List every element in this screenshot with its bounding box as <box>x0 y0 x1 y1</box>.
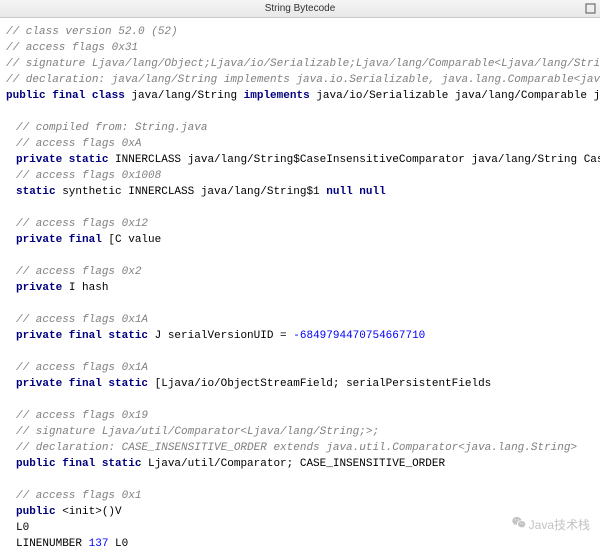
code-token: static <box>16 186 56 198</box>
code-token: private final <box>16 234 102 246</box>
code-line: // access flags 0x2 <box>16 264 596 280</box>
watermark-text: Java技术栈 <box>529 516 590 533</box>
code-token: java/io/Serializable java/lang/Comparabl… <box>310 90 600 102</box>
code-token: L0 <box>108 538 128 550</box>
code-token: synthetic INNERCLASS java/lang/String$1 <box>56 186 327 198</box>
code-token: [C value <box>102 234 161 246</box>
code-token: null null <box>326 186 385 198</box>
watermark: Java技术栈 <box>511 515 590 534</box>
code-token: public <box>16 506 56 518</box>
code-line: // access flags 0x1A <box>16 312 596 328</box>
code-token: implements <box>244 90 310 102</box>
code-token: private static <box>16 154 108 166</box>
field-serialversionuid: private final static J serialVersionUID … <box>16 328 596 344</box>
blank-line <box>6 104 596 120</box>
code-line: // access flags 0x19 <box>16 408 596 424</box>
code-line: // access flags 0x1 <box>16 488 596 504</box>
class-declaration: public final class java/lang/String impl… <box>6 88 596 104</box>
field-value: private final [C value <box>16 232 596 248</box>
code-token: java/lang/String <box>125 90 244 102</box>
code-line: // access flags 0x1008 <box>16 168 596 184</box>
code-token: private <box>16 282 62 294</box>
blank-line <box>6 296 596 312</box>
blank-line <box>6 344 596 360</box>
code-line: // access flags 0x31 <box>6 40 596 56</box>
code-line: private static INNERCLASS java/lang/Stri… <box>16 152 596 168</box>
code-token: LINENUMBER <box>16 538 89 550</box>
blank-line <box>6 472 596 488</box>
code-token: INNERCLASS java/lang/String$CaseInsensit… <box>108 154 600 166</box>
code-token: Ljava/util/Comparator; CASE_INSENSITIVE_… <box>141 458 445 470</box>
code-token: I hash <box>62 282 108 294</box>
code-token: private final static <box>16 330 148 342</box>
code-token: 137 <box>89 538 109 550</box>
code-line: // signature Ljava/util/Comparator<Ljava… <box>16 424 596 440</box>
maximize-icon[interactable] <box>585 3 596 14</box>
code-token: <init>()V <box>56 506 122 518</box>
code-line: // class version 52.0 (52) <box>6 24 596 40</box>
blank-line <box>6 392 596 408</box>
blank-line <box>6 200 596 216</box>
code-line: // compiled from: String.java <box>16 120 596 136</box>
method-init: public <init>()V <box>16 504 596 520</box>
code-token: public final class <box>6 90 125 102</box>
code-line: // access flags 0x12 <box>16 216 596 232</box>
code-line: static synthetic INNERCLASS java/lang/St… <box>16 184 596 200</box>
bytecode-viewer: // class version 52.0 (52) // access fla… <box>0 18 600 558</box>
field-serialpersistentfields: private final static [Ljava/io/ObjectStr… <box>16 376 596 392</box>
code-token: -6849794470754667710 <box>293 330 425 342</box>
code-line: // access flags 0xA <box>16 136 596 152</box>
field-hash: private I hash <box>16 280 596 296</box>
blank-line <box>6 248 596 264</box>
window-titlebar: String Bytecode <box>0 0 600 18</box>
code-token: [Ljava/io/ObjectStreamField; serialPersi… <box>148 378 491 390</box>
code-line: // declaration: java/lang/String impleme… <box>6 72 596 88</box>
field-caseinsensitive: public final static Ljava/util/Comparato… <box>16 456 596 472</box>
code-line: // declaration: CASE_INSENSITIVE_ORDER e… <box>16 440 596 456</box>
code-line: // signature Ljava/lang/Object;Ljava/io/… <box>6 56 596 72</box>
window-title: String Bytecode <box>265 3 336 14</box>
code-token: private final static <box>16 378 148 390</box>
code-token: J serialVersionUID = <box>148 330 293 342</box>
code-line: L0 <box>16 520 596 536</box>
code-line: // access flags 0x1A <box>16 360 596 376</box>
wechat-icon <box>511 515 527 534</box>
code-token: public final static <box>16 458 141 470</box>
